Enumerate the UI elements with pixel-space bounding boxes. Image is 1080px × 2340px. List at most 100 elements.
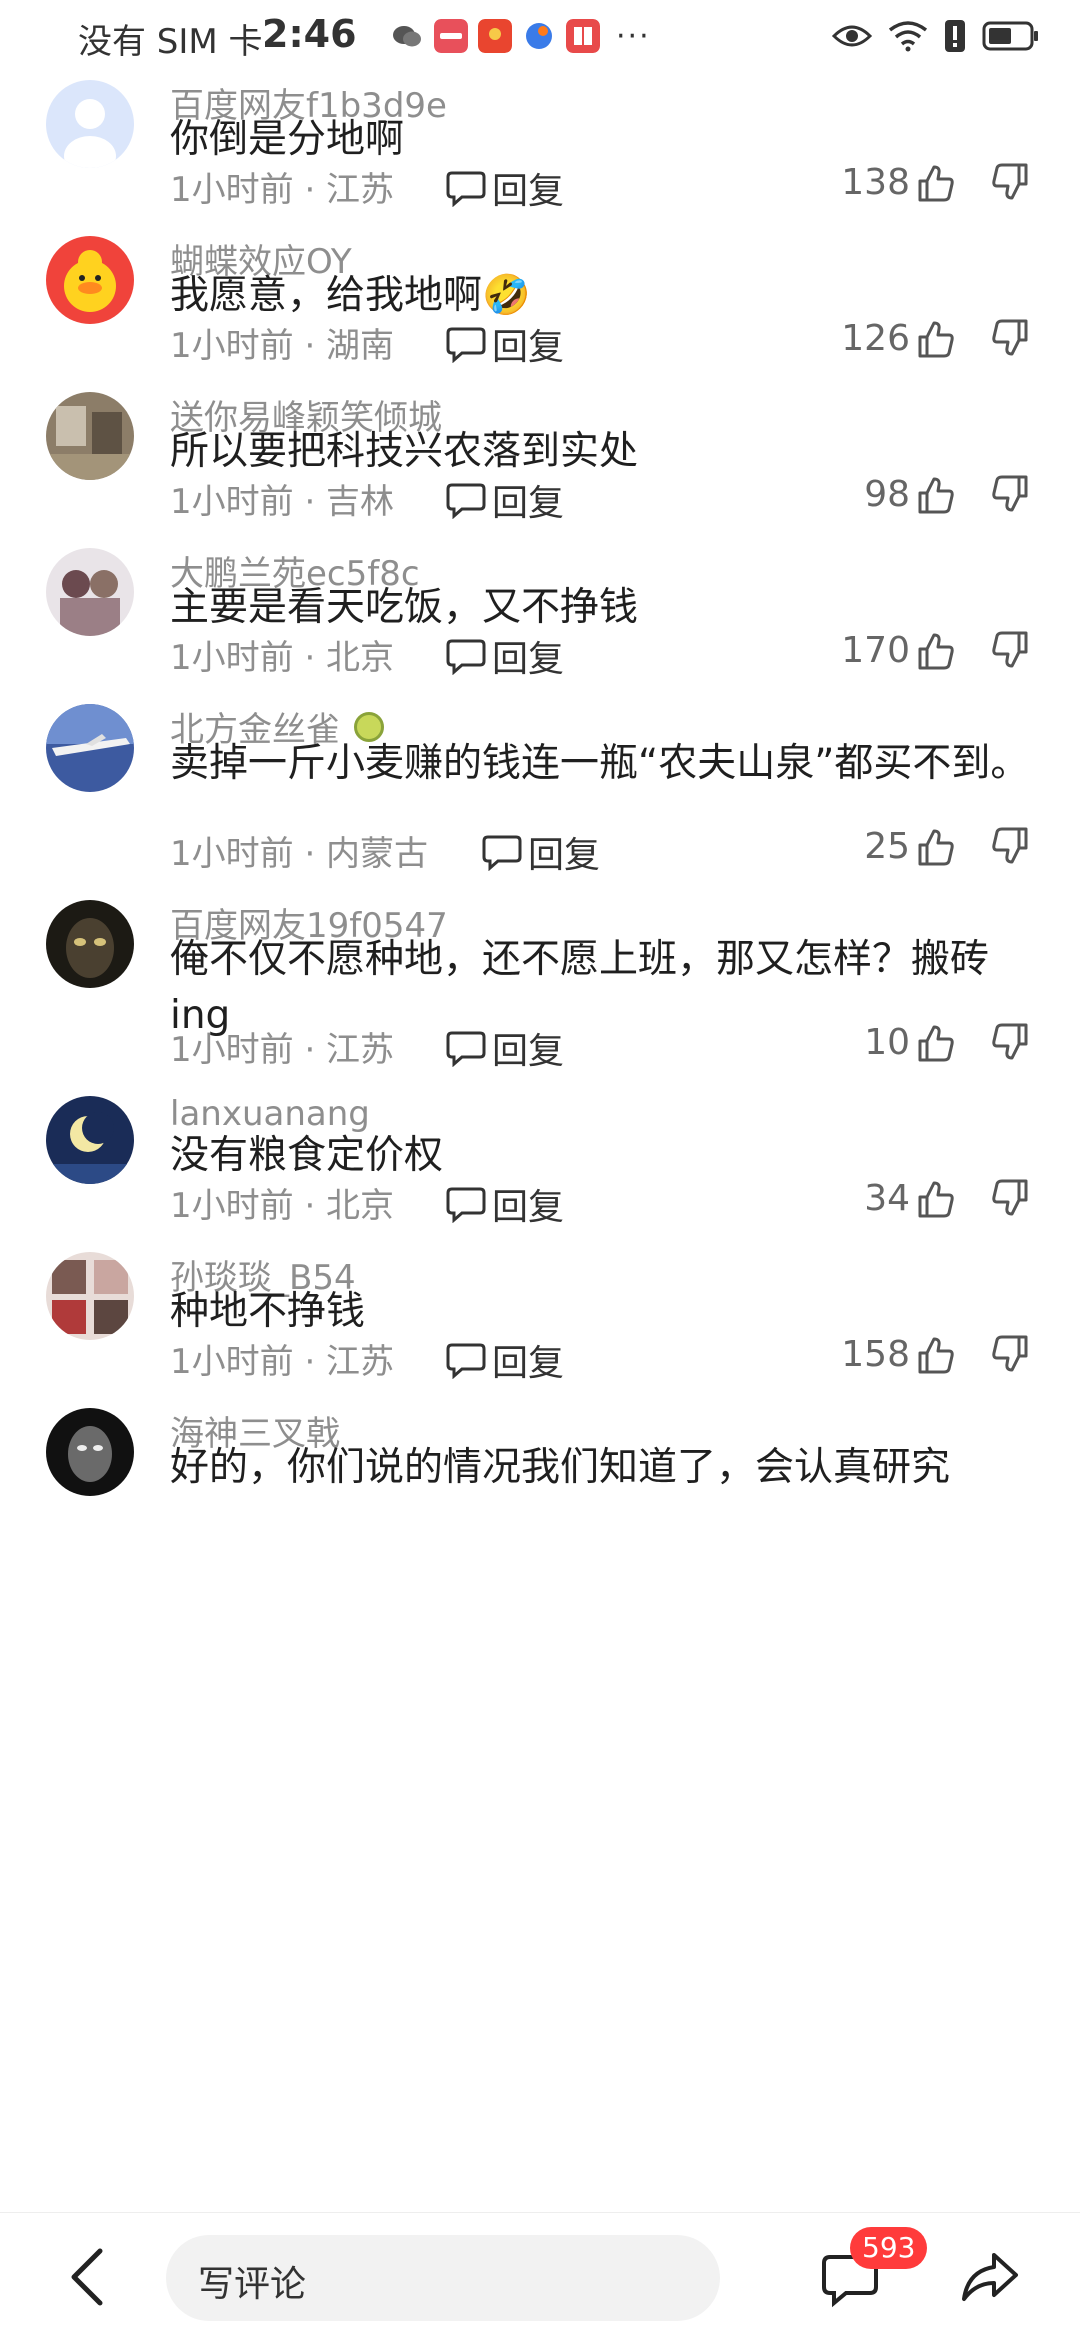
reply-label: 回复 [492, 1343, 565, 1384]
comment-time-location: 1小时前 · 北京 [170, 1186, 395, 1226]
comment-time-location: 1小时前 · 江苏 [170, 1342, 395, 1382]
dislike-button[interactable] [990, 826, 1030, 870]
dislike-button[interactable] [990, 630, 1030, 674]
like-button[interactable]: 10 [864, 1022, 956, 1063]
write-comment-input[interactable]: 写评论 [166, 2235, 720, 2321]
reply-button[interactable]: 回复 [446, 1022, 564, 1074]
reply-button[interactable]: 回复 [446, 474, 564, 526]
eye-icon [832, 25, 872, 47]
browser-icon [526, 23, 552, 49]
reply-bubble-icon [446, 483, 486, 519]
thumbs-down-icon [992, 475, 1028, 512]
reply-bubble-icon [482, 835, 522, 871]
thumbs-down-icon [992, 631, 1028, 668]
thumbs-down-icon [992, 1179, 1028, 1216]
dislike-button[interactable] [990, 1334, 1030, 1378]
wifi-icon [888, 21, 928, 52]
bottom-bar: 写评论 593 [0, 2212, 1080, 2340]
share-arrow-icon[interactable] [960, 2249, 1020, 2305]
dislike-button[interactable] [990, 318, 1030, 362]
comment-text: 好的，你们说的情况我们知道了，会认真研究 [170, 1445, 951, 1490]
reply-button[interactable]: 回复 [446, 630, 564, 682]
like-count: 170 [841, 630, 910, 671]
write-comment-placeholder: 写评论 [198, 2264, 307, 2305]
thumbs-up-icon [918, 1025, 954, 1061]
thumbs-up-icon [918, 1181, 954, 1217]
avatar[interactable] [46, 548, 134, 636]
like-count: 138 [841, 162, 910, 203]
clock: 2:46 [262, 12, 357, 56]
reply-label: 回复 [492, 639, 565, 680]
dislike-button[interactable] [990, 162, 1030, 206]
reply-button[interactable]: 回复 [446, 1334, 564, 1386]
reply-label: 回复 [492, 1031, 565, 1072]
comment-time-location: 1小时前 · 江苏 [170, 170, 395, 210]
reply-label: 回复 [492, 171, 565, 212]
comment-time-location: 1小时前 · 吉林 [170, 482, 395, 522]
comment-text: 所以要把科技兴农落到实处 [170, 429, 639, 474]
reply-label: 回复 [492, 327, 565, 368]
avatar[interactable] [46, 80, 134, 168]
comment-time-location: 1小时前 · 湖南 [170, 326, 395, 366]
thumbs-up-icon [918, 321, 954, 357]
reply-bubble-icon [446, 327, 486, 363]
avatar[interactable] [46, 1096, 134, 1184]
reader-icon [566, 19, 600, 53]
thumbs-up-icon [918, 1337, 954, 1373]
like-count: 98 [864, 474, 910, 515]
comment-text: 我愿意，给我地啊🤣 [170, 273, 531, 318]
notification-icons: ··· [390, 18, 651, 54]
carrier-label: 没有 SIM 卡 [78, 22, 263, 62]
reply-bubble-icon [446, 1031, 486, 1067]
reply-button[interactable]: 回复 [446, 162, 564, 214]
like-button[interactable]: 34 [864, 1178, 956, 1219]
reply-bubble-icon [446, 1187, 486, 1223]
like-count: 25 [864, 826, 910, 867]
thumbs-down-icon [992, 827, 1028, 864]
status-bar: 没有 SIM 卡 2:46 ··· [0, 0, 1080, 76]
thumbs-up-icon [918, 165, 954, 201]
red-envelope-icon [478, 19, 512, 53]
reply-bubble-icon [446, 639, 486, 675]
back-arrow-icon[interactable] [60, 2241, 120, 2313]
thumbs-down-icon [992, 1023, 1028, 1060]
reply-button[interactable]: 回复 [446, 318, 564, 370]
comment-time-location: 1小时前 · 江苏 [170, 1030, 395, 1070]
avatar[interactable] [46, 900, 134, 988]
comment-time-location: 1小时前 · 内蒙古 [170, 834, 429, 874]
reply-label: 回复 [528, 835, 601, 876]
like-count: 34 [864, 1178, 910, 1219]
thumbs-up-icon [918, 829, 954, 865]
thumbs-up-icon [918, 633, 954, 669]
reply-button[interactable]: 回复 [446, 1178, 564, 1230]
more-notifications-icon: ··· [616, 18, 651, 54]
dislike-button[interactable] [990, 1178, 1030, 1222]
comment-text: 主要是看天吃饭，又不挣钱 [170, 585, 639, 630]
like-button[interactable]: 170 [841, 630, 956, 671]
wechat-icon [393, 26, 421, 47]
thumbs-up-icon [918, 477, 954, 513]
thumbs-down-icon [992, 319, 1028, 356]
like-button[interactable]: 126 [841, 318, 956, 359]
like-button[interactable]: 98 [864, 474, 956, 515]
reply-button[interactable]: 回复 [482, 826, 600, 878]
comment-text: 种地不挣钱 [170, 1289, 366, 1334]
avatar[interactable] [46, 392, 134, 480]
dislike-button[interactable] [990, 1022, 1030, 1066]
reply-label: 回复 [492, 483, 565, 524]
avatar[interactable] [46, 236, 134, 324]
like-count: 10 [864, 1022, 910, 1063]
dislike-button[interactable] [990, 474, 1030, 518]
huawei-app-icon [434, 19, 468, 53]
reply-label: 回复 [492, 1187, 565, 1228]
like-count: 126 [841, 318, 910, 359]
reply-bubble-icon [446, 171, 486, 207]
avatar[interactable] [46, 1408, 134, 1496]
comment-count-badge: 593 [850, 2227, 928, 2269]
avatar[interactable] [46, 704, 134, 792]
avatar[interactable] [46, 1252, 134, 1340]
like-button[interactable]: 25 [864, 826, 956, 867]
like-button[interactable]: 158 [841, 1334, 956, 1375]
like-button[interactable]: 138 [841, 162, 956, 203]
reply-bubble-icon [446, 1343, 486, 1379]
